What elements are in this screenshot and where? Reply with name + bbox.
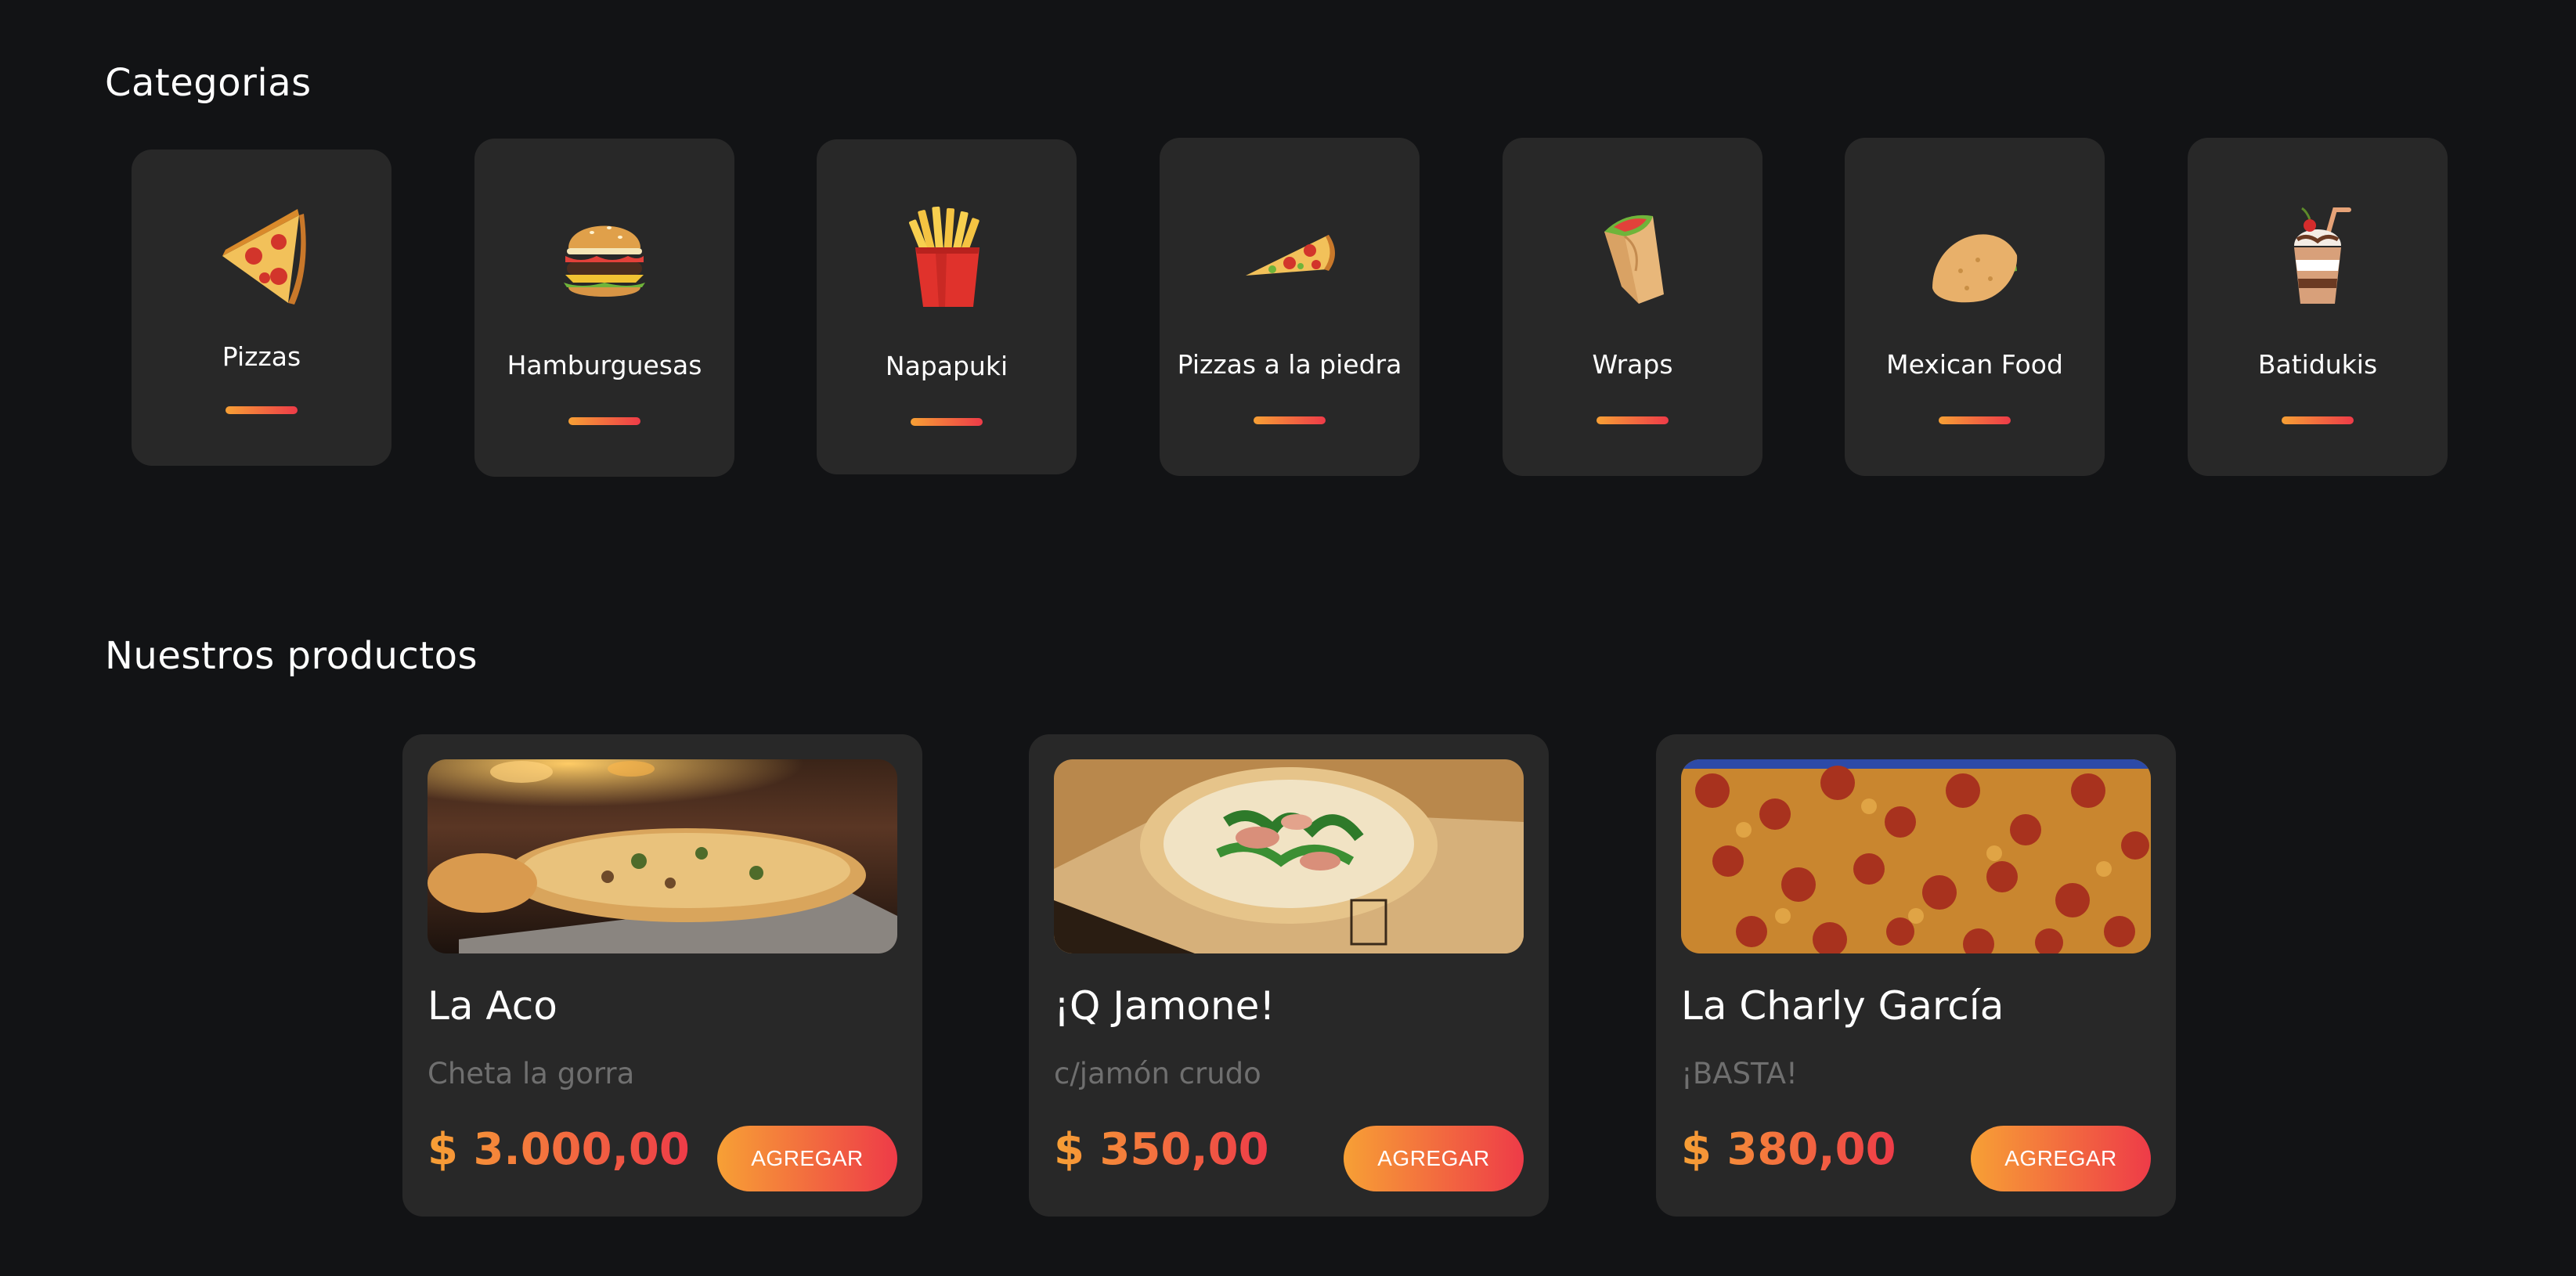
product-card-la-charly-garcia: La Charly García ¡BASTA! $ 380,00 AGREGA…: [1656, 734, 2176, 1217]
category-label: Napapuki: [885, 351, 1008, 381]
category-card-mexican-food[interactable]: Mexican Food: [1845, 138, 2105, 476]
page: Categorias Pizzas Hamburguesas Napapuki …: [0, 0, 2576, 1276]
product-name: La Charly García: [1681, 983, 2004, 1029]
category-label: Mexican Food: [1886, 349, 2063, 380]
category-underline: [1939, 416, 2011, 424]
category-label: Pizzas a la piedra: [1177, 349, 1402, 380]
product-image: [1054, 759, 1524, 953]
product-image: [428, 759, 897, 953]
category-label: Wraps: [1592, 349, 1673, 380]
category-card-pizzas[interactable]: Pizzas: [132, 150, 391, 466]
wrap-icon: [1578, 200, 1687, 310]
category-card-wraps[interactable]: Wraps: [1503, 138, 1762, 476]
category-underline: [568, 417, 640, 425]
category-underline: [225, 406, 298, 414]
product-description: ¡BASTA!: [1681, 1057, 1798, 1090]
category-card-pizzas-a-la-piedra[interactable]: Pizzas a la piedra: [1160, 138, 1420, 476]
product-price: $ 380,00: [1681, 1124, 1896, 1175]
product-card-la-aco: La Aco Cheta la gorra $ 3.000,00 AGREGAR: [402, 734, 922, 1217]
category-underline: [911, 418, 983, 426]
category-card-hamburguesas[interactable]: Hamburguesas: [474, 139, 734, 477]
product-name: La Aco: [428, 983, 557, 1029]
stone-pizza-icon: [1235, 200, 1344, 310]
product-price: $ 3.000,00: [428, 1124, 690, 1175]
burger-icon: [550, 201, 659, 311]
product-name: ¡Q Jamone!: [1054, 983, 1275, 1029]
category-label: Hamburguesas: [507, 350, 702, 380]
fries-icon: [892, 202, 1001, 312]
add-to-cart-button[interactable]: AGREGAR: [1971, 1126, 2151, 1191]
product-description: c/jamón crudo: [1054, 1057, 1261, 1090]
categories-title: Categorias: [105, 61, 312, 105]
category-card-batidukis[interactable]: Batidukis: [2188, 138, 2448, 476]
product-card-q-jamone: ¡Q Jamone! c/jamón crudo $ 350,00 AGREGA…: [1029, 734, 1549, 1217]
products-title: Nuestros productos: [105, 634, 478, 678]
milkshake-icon: [2263, 200, 2372, 310]
category-underline: [1596, 416, 1669, 424]
product-image: [1681, 759, 2151, 953]
add-to-cart-button[interactable]: AGREGAR: [717, 1126, 897, 1191]
category-card-napapuki[interactable]: Napapuki: [817, 139, 1077, 474]
category-underline: [1254, 416, 1326, 424]
product-price: $ 350,00: [1054, 1124, 1269, 1175]
category-underline: [2282, 416, 2354, 424]
pizza-slice-icon: [207, 201, 316, 311]
category-label: Batidukis: [2257, 349, 2378, 380]
add-to-cart-button[interactable]: AGREGAR: [1344, 1126, 1524, 1191]
taco-icon: [1920, 200, 2029, 310]
product-description: Cheta la gorra: [428, 1057, 635, 1090]
category-label: Pizzas: [222, 341, 301, 372]
